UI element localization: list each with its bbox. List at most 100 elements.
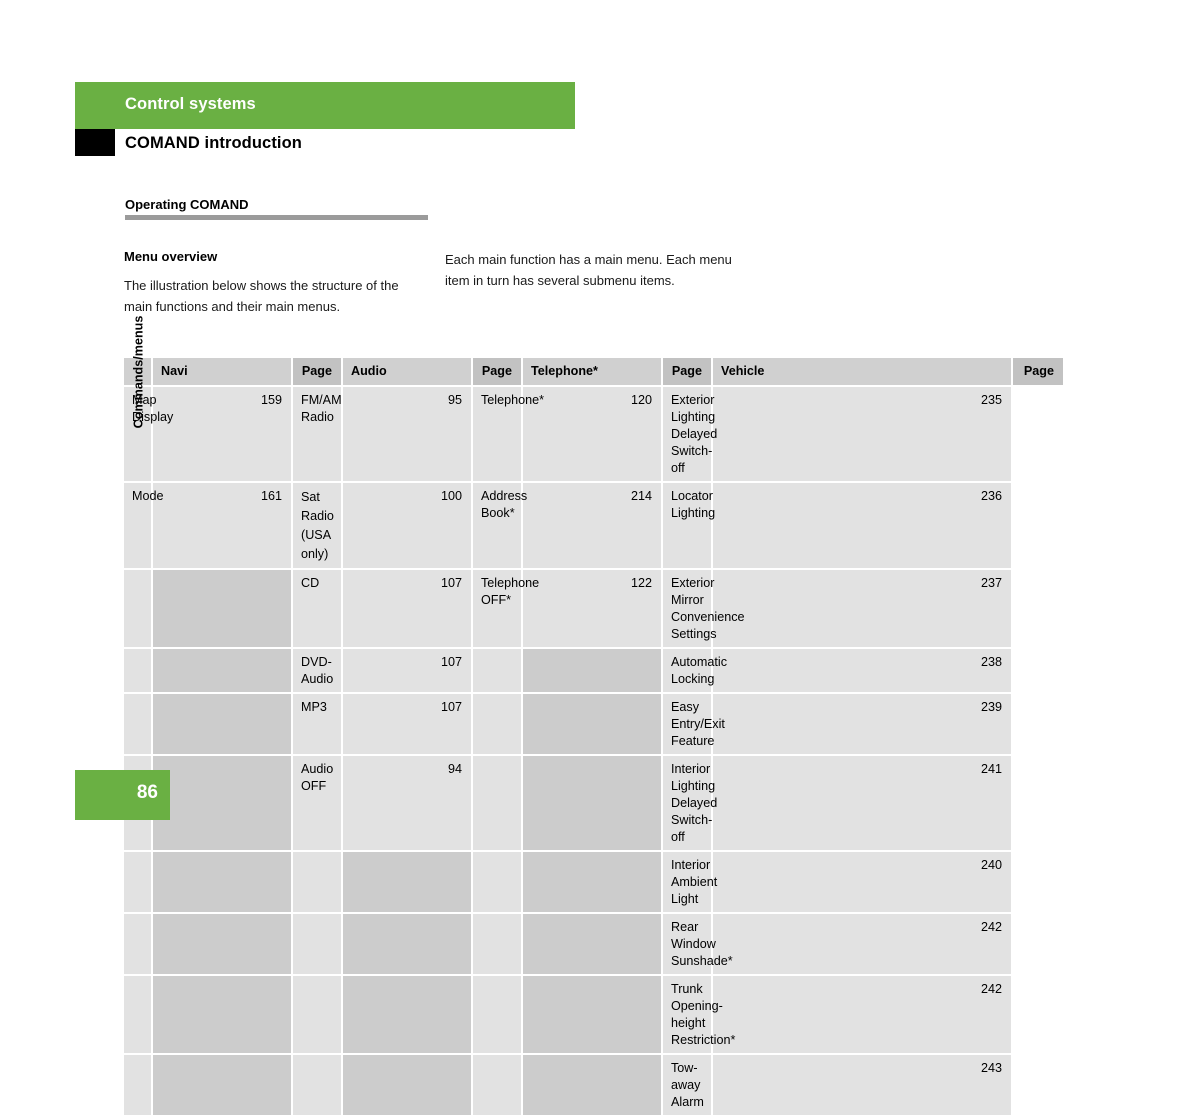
cell-vehicle: Interior Ambient Light <box>662 851 717 914</box>
cell-audio-page: 94 <box>342 755 473 852</box>
cell-vehicle-page: 240 <box>712 851 1013 914</box>
cell-telephone <box>472 975 523 1055</box>
table-body: Map Display 159 FM/AM Radio 95 Telephone… <box>124 386 1064 1117</box>
cell-navi <box>124 975 153 1055</box>
column-header-navi: Navi <box>152 358 293 387</box>
table-header-row: Commands/menus Navi Page Audio Page Tele… <box>124 315 1065 428</box>
side-tab-label: Commands/menus <box>131 315 146 428</box>
subsection-heading: Operating COMAND <box>125 197 249 212</box>
cell-vehicle: Rear Window Sunshade* <box>662 913 733 976</box>
cell-navi <box>124 1054 153 1117</box>
cell-navi-page <box>152 851 293 914</box>
cell-navi <box>124 569 153 649</box>
subsection-rule <box>125 215 428 220</box>
cell-audio <box>292 975 343 1055</box>
cell-vehicle-page: 242 <box>712 913 1013 976</box>
cell-telephone <box>472 648 523 694</box>
menu-overview-table-wrap: Commands/menus Navi Page Audio Page Tele… <box>124 315 1065 1117</box>
column-header-vehicle-page: Page <box>1012 358 1065 387</box>
cell-telephone-page: 122 <box>522 569 663 649</box>
cell-navi-page: 161 <box>152 482 293 570</box>
cell-navi <box>124 648 153 694</box>
cell-vehicle-page: 238 <box>712 648 1013 694</box>
cell-navi-page <box>152 975 293 1055</box>
cell-telephone-page <box>522 975 663 1055</box>
cell-navi <box>124 851 153 914</box>
cell-vehicle: Locator Lighting <box>662 482 715 570</box>
table-row: DVD-Audio 107 Automatic Locking 238 <box>124 648 1064 694</box>
cell-navi-page <box>152 1054 293 1117</box>
table-row: Trunk Opening-height Restriction* 242 <box>124 975 1064 1055</box>
cell-vehicle-page: 242 <box>712 975 1013 1055</box>
cell-telephone-page: 214 <box>522 482 663 570</box>
menu-overview-paragraph-continued: Each main function has a main menu. Each… <box>445 252 732 288</box>
cell-vehicle: Trunk Opening-height Restriction* <box>662 975 735 1055</box>
cell-telephone <box>472 693 523 756</box>
cell-telephone: Address Book* <box>472 482 527 570</box>
cell-audio: DVD-Audio <box>292 648 343 694</box>
cell-audio: CD <box>292 569 343 649</box>
cell-navi <box>124 913 153 976</box>
cell-telephone-page <box>522 755 663 852</box>
cell-vehicle-page: 235 <box>712 386 1013 483</box>
cell-audio: Sat Radio (USA only) <box>292 482 343 570</box>
menu-overview-table: Commands/menus Navi Page Audio Page Tele… <box>124 315 1065 1117</box>
cell-vehicle: Interior Lighting Delayed Switch-off <box>662 755 717 852</box>
cell-telephone <box>472 755 523 852</box>
page-number-box: 86 <box>75 770 170 820</box>
menu-overview-heading: Menu overview <box>124 249 218 264</box>
cell-audio: FM/AM Radio <box>292 386 343 483</box>
cell-vehicle: Tow-away Alarm <box>662 1054 713 1117</box>
column-header-navi-page: Page <box>292 358 343 387</box>
cell-telephone <box>472 851 523 914</box>
cell-audio-page: 107 <box>342 569 473 649</box>
cell-audio <box>292 851 343 914</box>
chapter-header-bar: Control systems <box>75 82 575 129</box>
intro-column-left: Menu overview The illustration below sho… <box>124 249 429 317</box>
cell-vehicle-page: 239 <box>712 693 1013 756</box>
page-number: 86 <box>136 782 158 803</box>
cell-telephone-page <box>522 693 663 756</box>
cell-audio: Audio OFF <box>292 755 343 852</box>
table-row: Interior Ambient Light 240 <box>124 851 1064 914</box>
cell-telephone-page <box>522 1054 663 1117</box>
cell-navi <box>124 693 153 756</box>
column-header-audio-page: Page <box>472 358 523 387</box>
cell-audio-page: 100 <box>342 482 473 570</box>
cell-navi-page: 159 <box>152 386 293 483</box>
cell-telephone-page <box>522 913 663 976</box>
cell-navi: Mode <box>124 482 164 570</box>
column-header-telephone-page: Page <box>662 358 713 387</box>
cell-navi-page <box>152 693 293 756</box>
cell-audio <box>292 913 343 976</box>
chapter-tab-marker <box>75 129 115 156</box>
cell-audio-page: 107 <box>342 648 473 694</box>
column-header-vehicle: Vehicle <box>712 358 1013 387</box>
section-title: COMAND introduction <box>125 134 302 152</box>
table-row: CD 107 Telephone OFF* 122 Exterior Mirro… <box>124 569 1064 649</box>
cell-telephone: Telephone* <box>472 386 544 483</box>
cell-audio-page <box>342 1054 473 1117</box>
table-row: Tow-away Alarm 243 <box>124 1054 1064 1117</box>
cell-navi-page <box>152 569 293 649</box>
cell-vehicle-page: 241 <box>712 755 1013 852</box>
menu-overview-paragraph: The illustration below shows the structu… <box>124 277 399 314</box>
cell-navi-page <box>152 648 293 694</box>
cell-vehicle: Exterior Mirror Convenience Settings <box>662 569 745 649</box>
table-row: Rear Window Sunshade* 242 <box>124 913 1064 976</box>
cell-navi-page <box>152 755 293 852</box>
side-tab-column: Commands/menus <box>124 315 153 428</box>
cell-vehicle: Exterior Lighting Delayed Switch-off <box>662 386 717 483</box>
intro-column-right: Each main function has a main menu. Each… <box>445 249 755 291</box>
column-header-telephone: Telephone* <box>522 358 663 387</box>
table-row: MP3 107 Easy Entry/Exit Feature 239 <box>124 693 1064 756</box>
cell-audio-page <box>342 913 473 976</box>
cell-audio-page <box>342 975 473 1055</box>
cell-audio-page: 107 <box>342 693 473 756</box>
cell-telephone-page <box>522 851 663 914</box>
cell-vehicle-page: 237 <box>712 569 1013 649</box>
cell-telephone <box>472 913 523 976</box>
cell-navi-page <box>152 913 293 976</box>
cell-audio <box>292 1054 343 1117</box>
cell-vehicle: Automatic Locking <box>662 648 727 694</box>
